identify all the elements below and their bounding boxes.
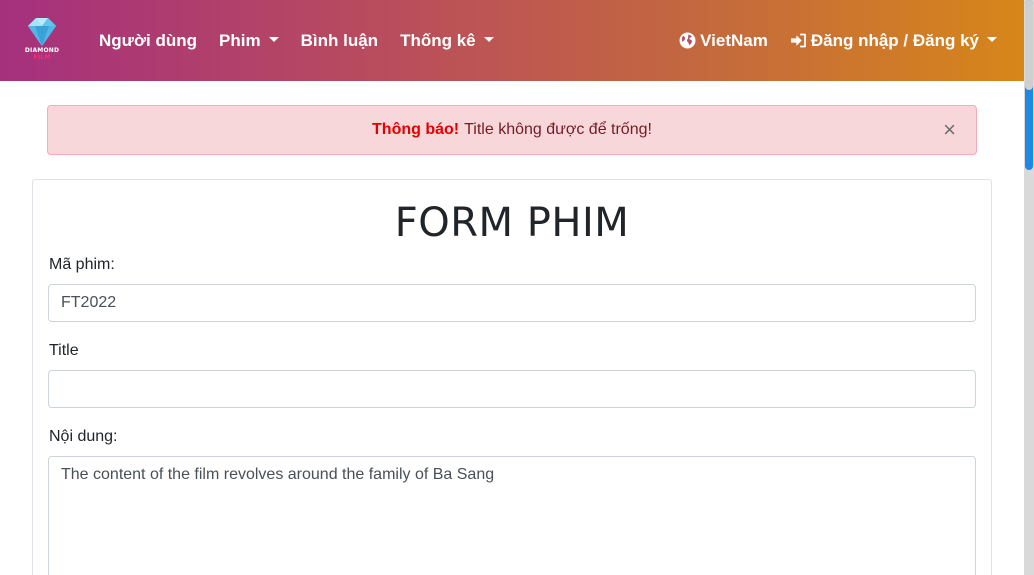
film-form-card: FORM PHIM Mã phim: FT2022 Title Nội dung…	[32, 179, 992, 575]
alert-message: Title không được để trống!	[464, 121, 652, 138]
title-input[interactable]	[48, 370, 976, 408]
content-value: The content of the film revolves around …	[61, 466, 495, 483]
language-selector[interactable]: VietNam	[668, 31, 779, 51]
page-scrollbar[interactable]	[1024, 0, 1034, 575]
film-id-input[interactable]: FT2022	[48, 284, 976, 322]
language-label: VietNam	[700, 30, 768, 50]
content-label: Nội dung:	[49, 428, 118, 445]
film-id-value: FT2022	[61, 294, 117, 311]
content-textarea[interactable]: The content of the film revolves around …	[48, 456, 976, 575]
diamond-film-logo[interactable]: DIAMOND FILM	[18, 12, 66, 70]
nav-comments[interactable]: Bình luận	[290, 31, 389, 51]
logo-line-2: FILM	[33, 53, 51, 61]
chevron-down-icon	[987, 37, 997, 42]
nav-films-dropdown[interactable]: Phim	[208, 31, 290, 51]
nav-users-label: Người dùng	[99, 30, 198, 50]
form-title: FORM PHIM	[394, 200, 630, 246]
nav-users[interactable]: Người dùng	[88, 31, 208, 51]
title-label: Title	[49, 342, 79, 359]
nav-comments-label: Bình luận	[300, 30, 379, 50]
chevron-down-icon	[483, 37, 494, 42]
nav-statistics-dropdown[interactable]: Thống kê	[389, 31, 505, 51]
alert-title: Thông báo!	[372, 121, 460, 138]
scrollbar-track-top	[1025, 0, 1033, 90]
diamond-icon	[28, 17, 56, 46]
error-alert: Thông báo! Title không được để trống! ×	[47, 105, 977, 155]
globe-icon	[679, 32, 696, 49]
logo-text: DIAMOND FILM	[18, 46, 66, 61]
sign-in-icon	[790, 32, 807, 49]
account-label: Đăng nhập / Đăng ký	[810, 30, 979, 50]
chevron-down-icon	[268, 37, 279, 42]
account-dropdown[interactable]: Đăng nhập / Đăng ký	[779, 31, 1008, 51]
nav-right: VietNam Đăng nhập / Đăng ký	[668, 31, 1008, 51]
film-id-label: Mã phim:	[49, 256, 115, 273]
logo-line-1: DIAMOND	[24, 46, 60, 54]
close-icon[interactable]: ×	[943, 119, 956, 141]
top-navbar: DIAMOND FILM Người dùng Phim Bình luận T…	[0, 0, 1024, 81]
nav-statistics-label: Thống kê	[400, 30, 476, 50]
nav-films-label: Phim	[219, 30, 261, 50]
